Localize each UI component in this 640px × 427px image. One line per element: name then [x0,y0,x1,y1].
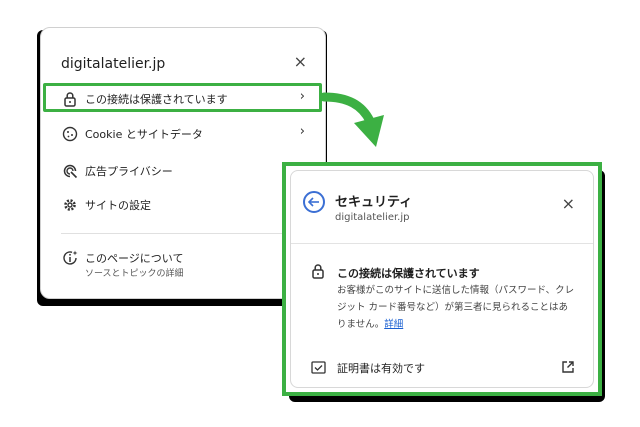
callout-arrow [319,92,384,147]
ad-privacy-icon [63,164,78,179]
certificate-status[interactable]: 証明書は有効です [337,360,425,376]
security-panel: セキュリティ digitalatelier.jp × この接続は保護されています… [290,170,594,388]
panel-divider [291,243,593,244]
menu-item-label: このページについて [85,252,184,265]
menu-item-cookies[interactable]: Cookie とサイトデータ › [41,120,325,148]
cookie-icon [62,126,78,142]
security-highlight-frame: セキュリティ digitalatelier.jp × この接続は保護されています… [282,162,602,396]
site-domain: digitalatelier.jp [61,56,166,72]
connection-status-heading: この接続は保護されています [337,267,480,280]
learn-more-link[interactable]: 詳細 [384,319,403,330]
highlight-box [43,83,322,112]
lock-icon [312,264,324,279]
menu-item-label: Cookie とサイトデータ [85,128,203,141]
gear-icon [64,199,76,211]
panel-title: セキュリティ [335,195,413,210]
menu-item-sublabel: ソースとトピックの詳細 [85,269,184,279]
menu-divider [61,233,305,234]
panel-domain: digitalatelier.jp [335,212,410,223]
menu-item-label: サイトの設定 [85,199,151,212]
certificate-icon [311,361,326,374]
description-text: お客様がこのサイトに送信した情報（パスワード、クレジット カード番号など）が第三… [337,285,575,330]
info-sparkle-icon [63,250,78,265]
menu-item-label: 広告プライバシー [85,165,173,178]
chevron-right-icon: › [299,124,305,139]
close-button[interactable]: × [562,196,575,212]
external-link-icon[interactable] [561,360,575,374]
arrow-left-icon [307,197,319,207]
close-button[interactable]: × [294,54,307,70]
back-button[interactable] [303,191,325,213]
connection-description: お客様がこのサイトに送信した情報（パスワード、クレジット カード番号など）が第三… [337,282,577,333]
